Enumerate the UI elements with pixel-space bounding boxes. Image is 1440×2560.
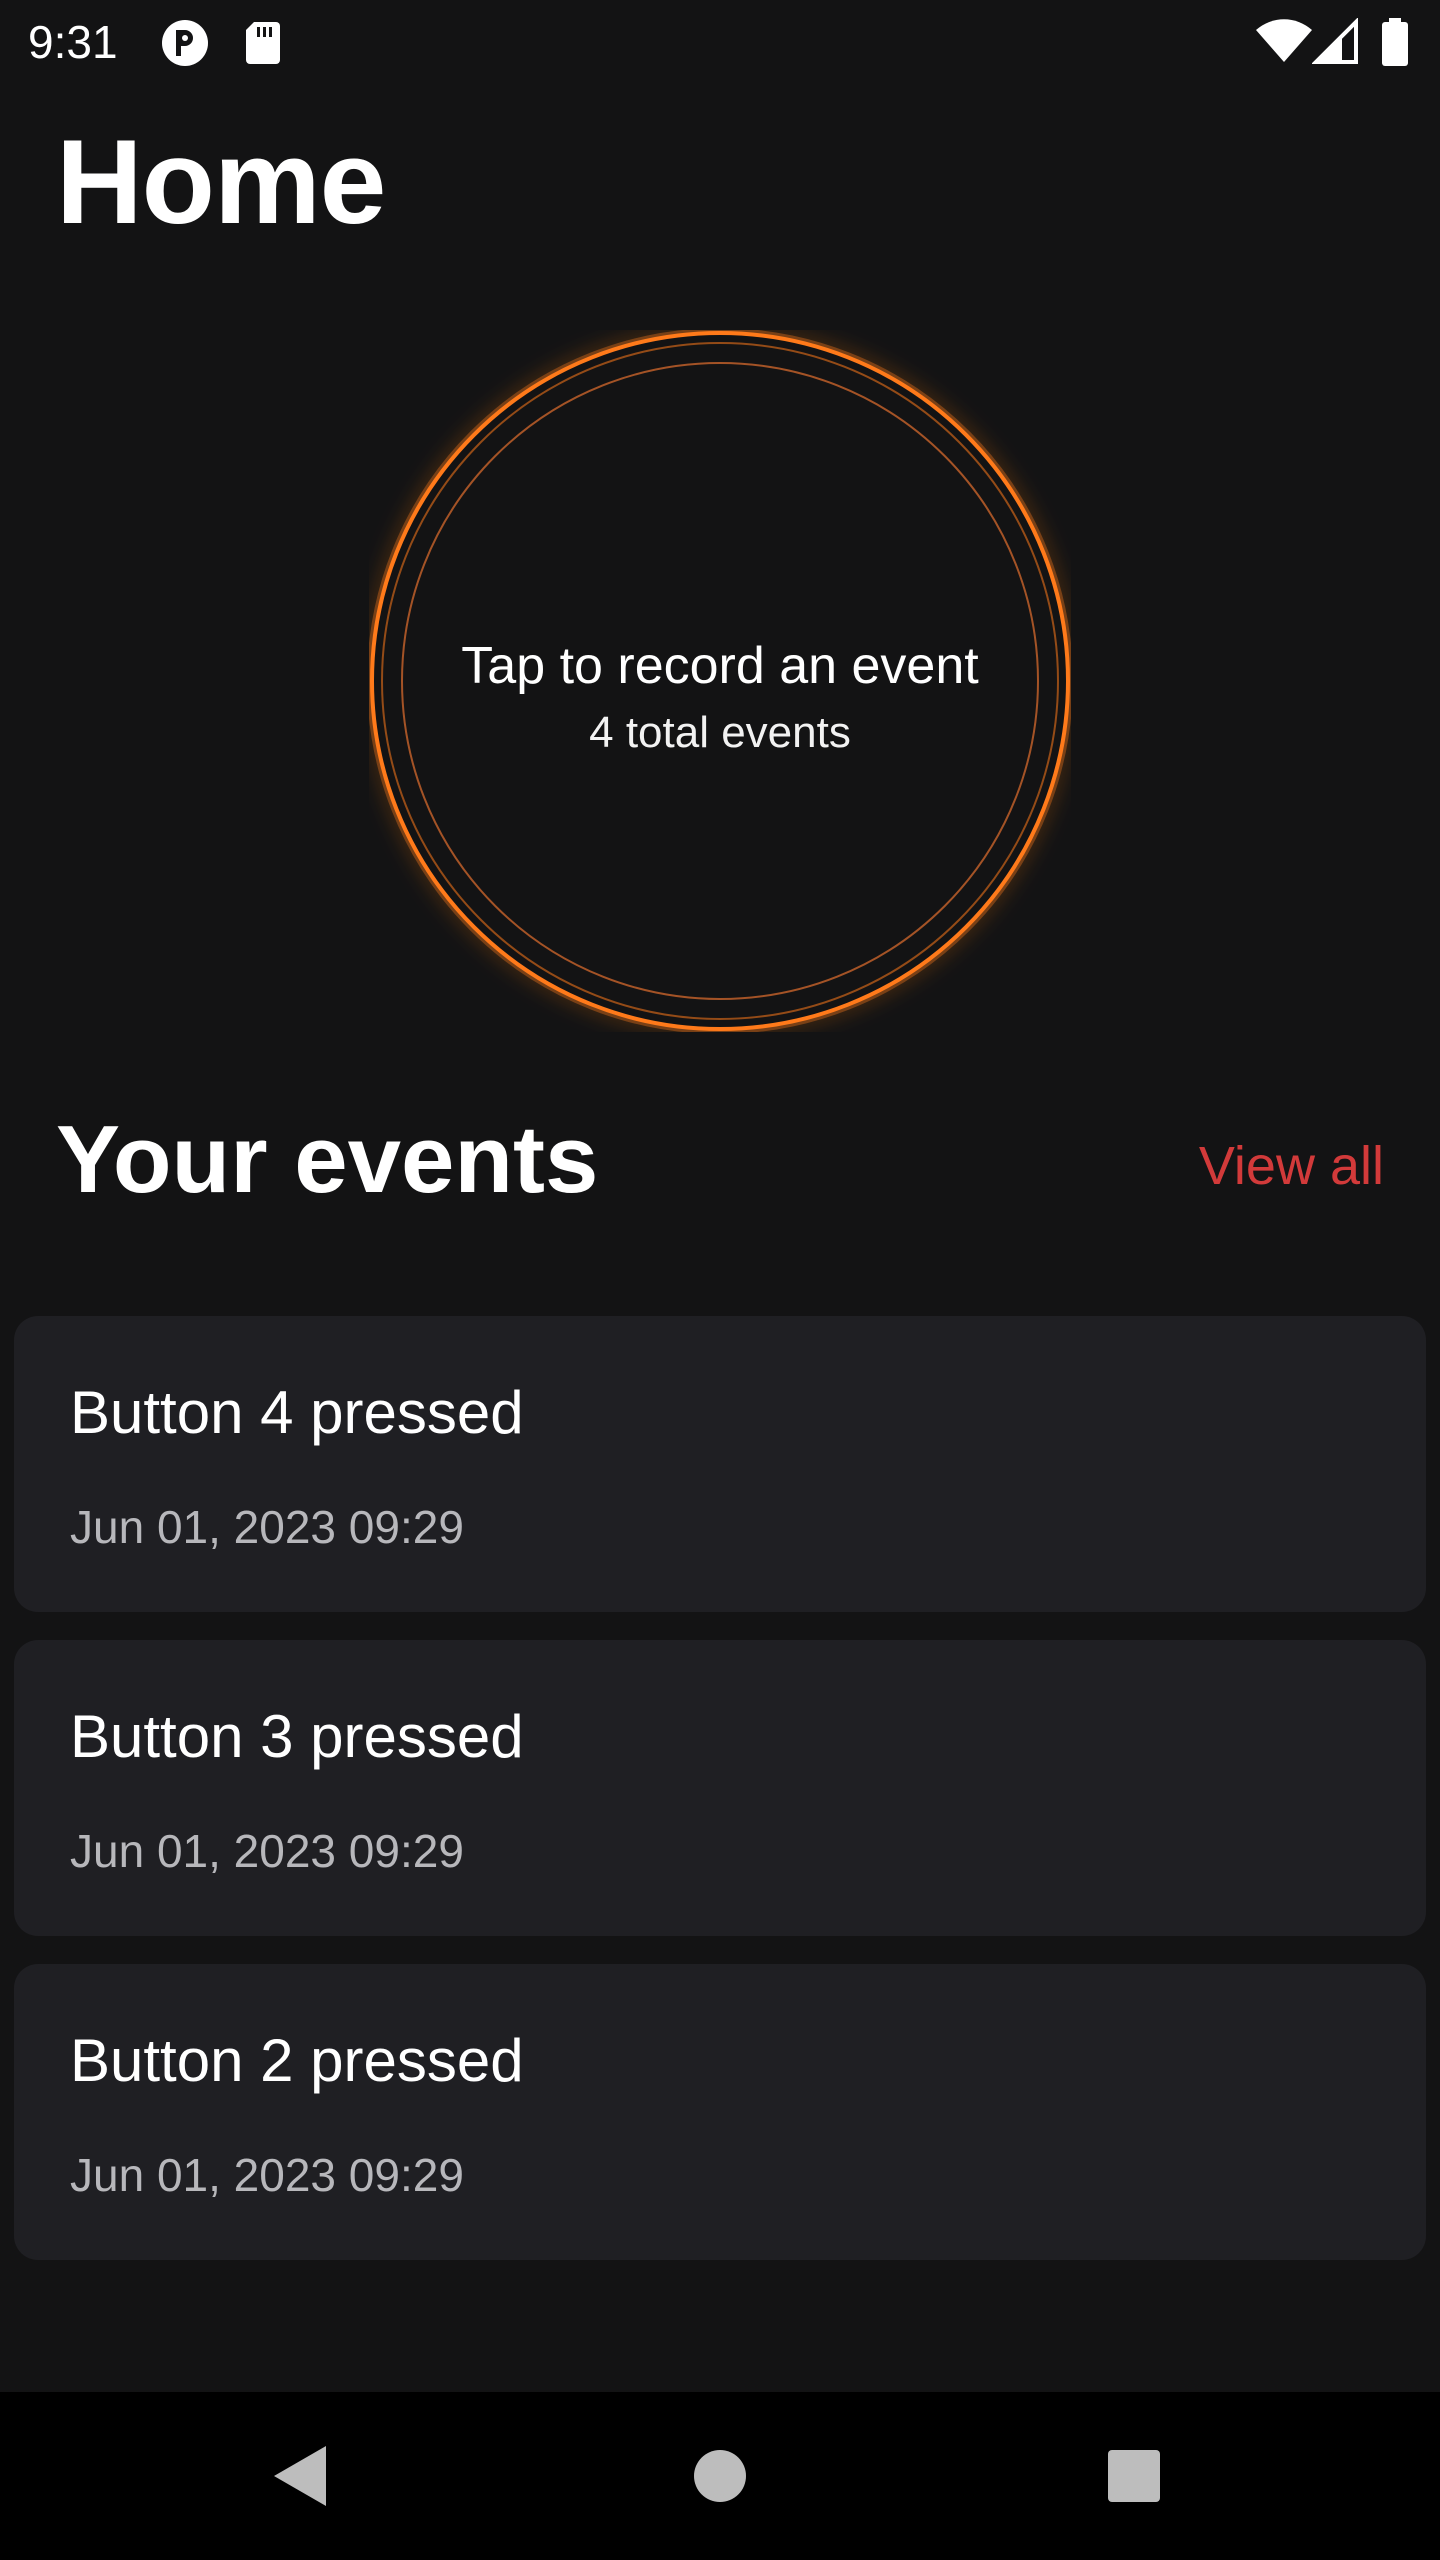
cell-signal-icon <box>1311 17 1360 71</box>
app-notification-icon <box>160 18 214 73</box>
back-icon[interactable] <box>260 2436 340 2516</box>
status-bar: 9:31 <box>0 0 1440 84</box>
total-events-count: 4 total events <box>589 708 851 757</box>
home-icon[interactable] <box>680 2436 760 2516</box>
event-card[interactable]: Button 2 pressed Jun 01, 2023 09:29 <box>14 1964 1426 2260</box>
event-name: Button 3 pressed <box>70 1703 524 1770</box>
event-card[interactable]: Button 4 pressed Jun 01, 2023 09:29 <box>14 1316 1426 1612</box>
event-name: Button 2 pressed <box>70 2027 524 2094</box>
status-time: 9:31 <box>28 16 118 68</box>
event-card[interactable]: Button 3 pressed Jun 01, 2023 09:29 <box>14 1640 1426 1936</box>
view-all-link[interactable]: View all <box>1199 1134 1384 1198</box>
event-name: Button 4 pressed <box>70 1379 524 1446</box>
record-event-button[interactable]: Tap to record an event 4 total events <box>369 330 1071 1032</box>
recents-icon[interactable] <box>1094 2436 1174 2516</box>
sd-card-icon <box>244 18 284 73</box>
event-date: Jun 01, 2023 09:29 <box>70 1825 464 1877</box>
event-date: Jun 01, 2023 09:29 <box>70 1501 464 1553</box>
record-button-label: Tap to record an event <box>461 637 979 695</box>
section-title: Your events <box>56 1106 599 1213</box>
wifi-icon <box>1254 18 1314 71</box>
event-date: Jun 01, 2023 09:29 <box>70 2149 464 2201</box>
events-list: Button 4 pressed Jun 01, 2023 09:29 Butt… <box>14 1316 1426 2288</box>
navigation-bar <box>0 2392 1440 2560</box>
page-title: Home <box>56 115 386 249</box>
battery-icon <box>1380 18 1410 73</box>
